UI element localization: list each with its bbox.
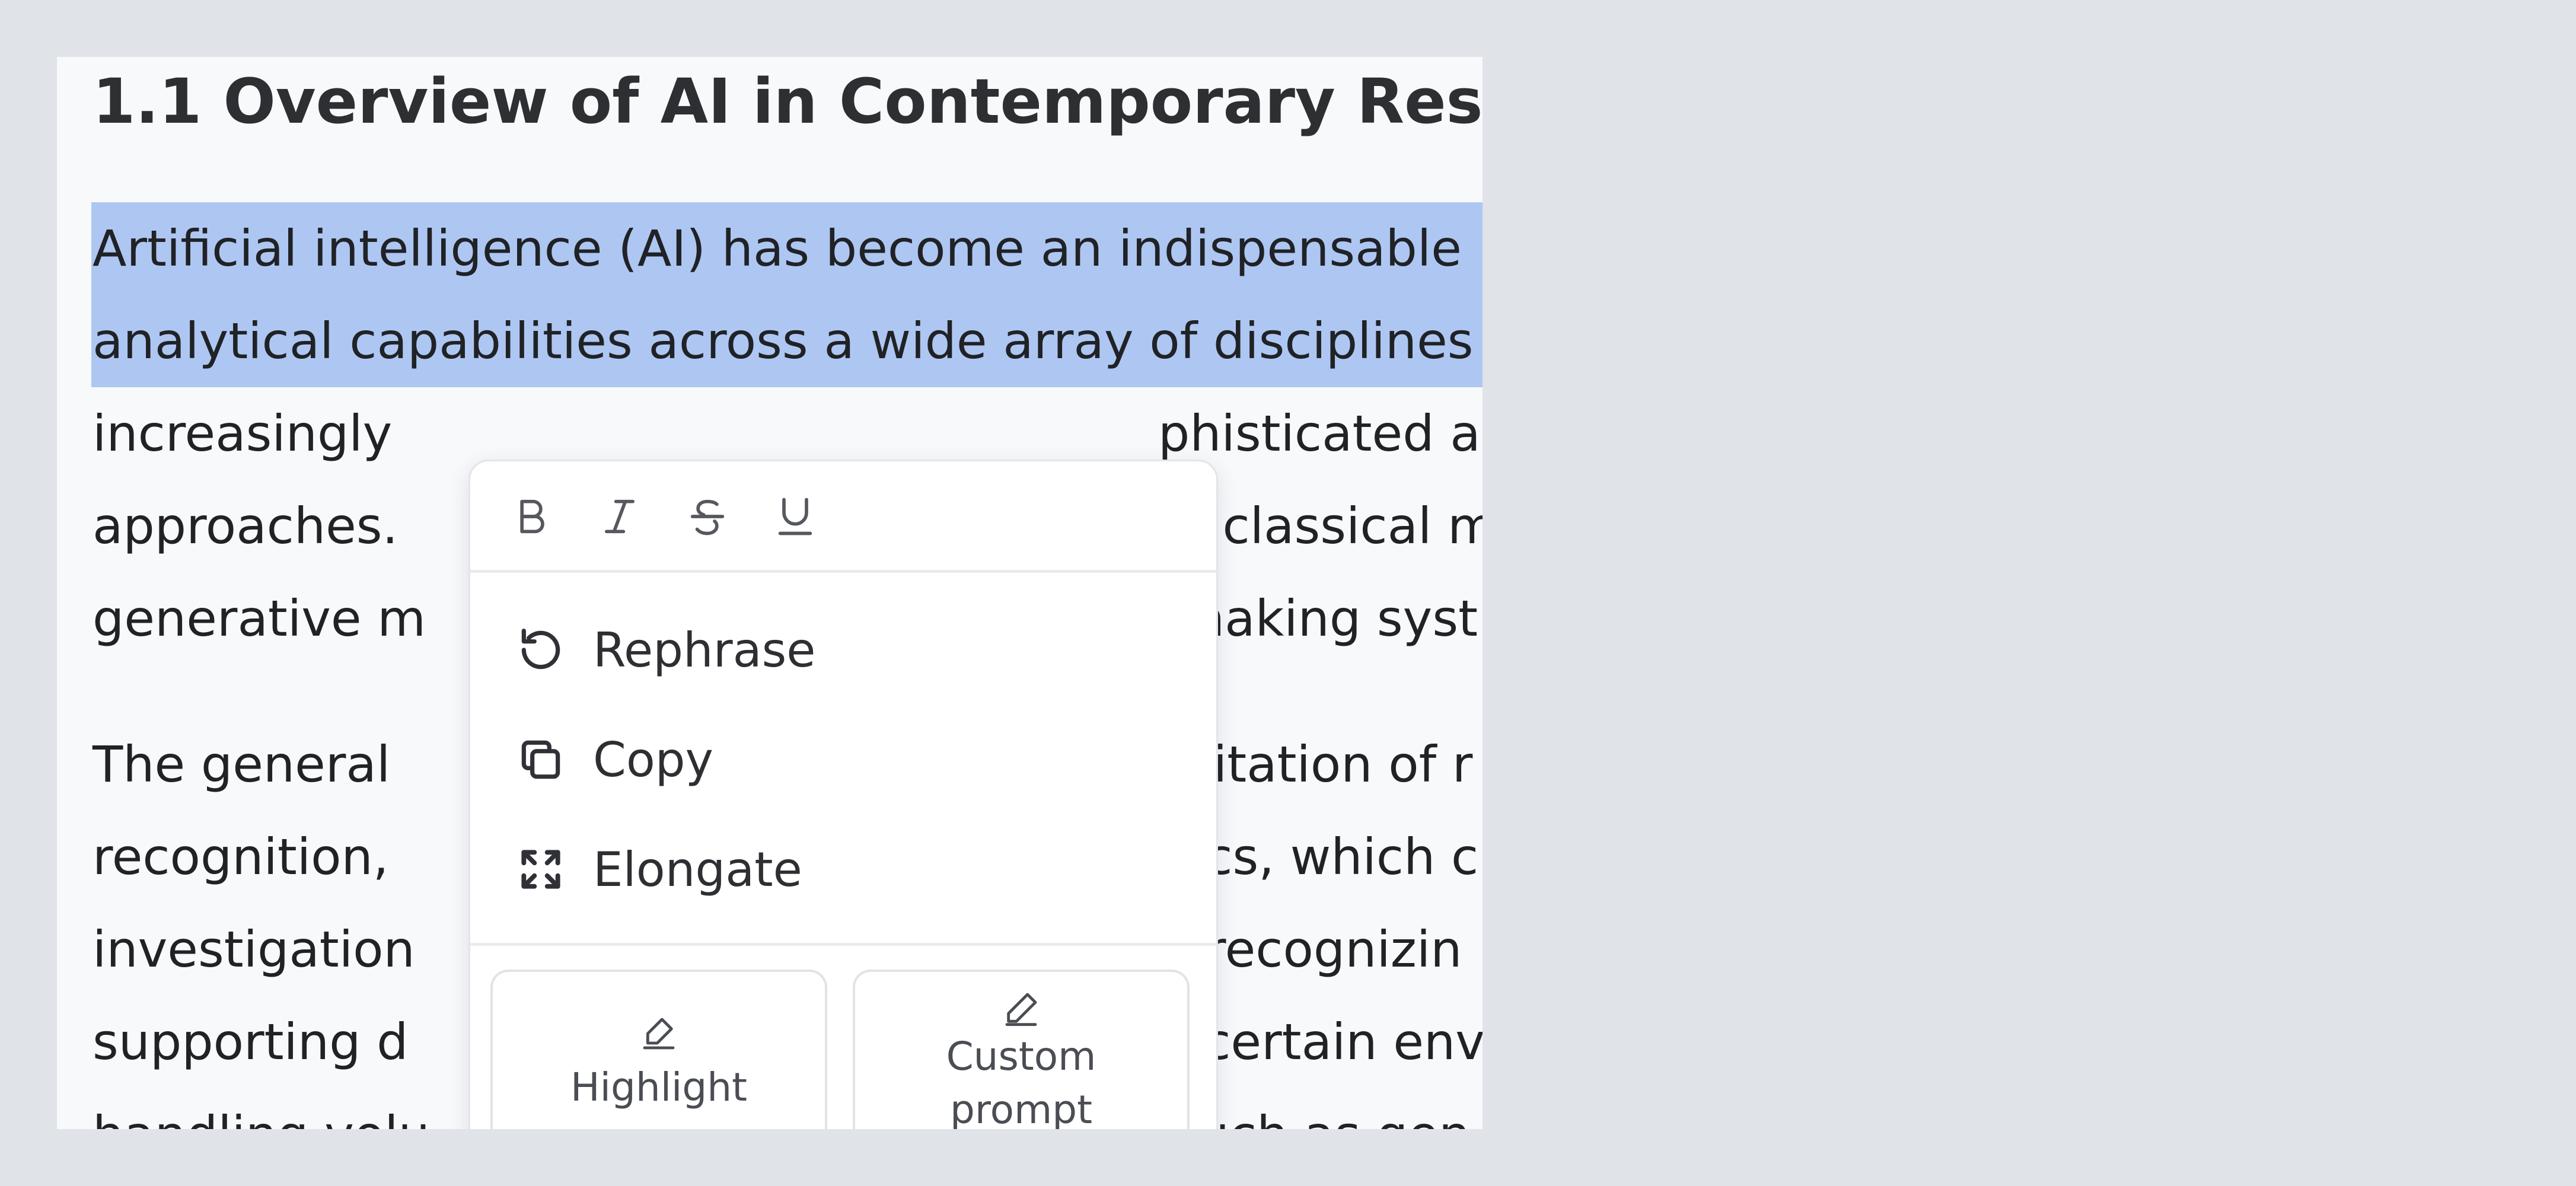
highlight-label: Highlight bbox=[570, 1064, 747, 1110]
strikethrough-icon[interactable] bbox=[685, 494, 730, 539]
section-title: 1.1 Overview of AI in Contemporary Resea… bbox=[93, 65, 1483, 138]
text-line: handling volu bbox=[93, 1088, 430, 1129]
text-line: increasingly bbox=[93, 404, 393, 463]
text-line: approaches. bbox=[93, 497, 398, 555]
custom-prompt-icon bbox=[1002, 990, 1040, 1028]
text-line: supporting d bbox=[93, 1013, 409, 1071]
menu-divider bbox=[470, 943, 1216, 946]
text-line: generative m bbox=[93, 589, 426, 648]
text-line: recognition, bbox=[93, 828, 389, 886]
bold-icon[interactable] bbox=[509, 494, 554, 539]
rephrase-button[interactable]: Rephrase bbox=[470, 600, 1216, 702]
underline-icon[interactable] bbox=[773, 494, 818, 539]
elongate-icon bbox=[515, 844, 566, 895]
rephrase-icon bbox=[515, 624, 566, 675]
selection-context-menu: Rephrase Copy Elongate Highlight Custom … bbox=[468, 460, 1218, 1129]
text-line: The general bbox=[93, 735, 391, 793]
rephrase-label: Rephrase bbox=[593, 623, 816, 678]
elongate-button[interactable]: Elongate bbox=[470, 819, 1216, 921]
document-page: 1.1 Overview of AI in Contemporary Resea… bbox=[57, 57, 1483, 1129]
highlight-icon bbox=[640, 1015, 678, 1053]
custom-prompt-label-line2: prompt bbox=[949, 1087, 1093, 1129]
custom-prompt-label-line1: Custom bbox=[946, 1034, 1096, 1079]
text-line: investigation bbox=[93, 920, 415, 978]
highlight-button[interactable]: Highlight bbox=[490, 970, 827, 1129]
copy-label: Copy bbox=[593, 732, 713, 788]
copy-icon bbox=[515, 734, 566, 785]
selected-text-line[interactable]: analytical capabilities across a wide ar… bbox=[91, 295, 1483, 387]
italic-icon[interactable] bbox=[597, 494, 642, 539]
elongate-label: Elongate bbox=[593, 842, 802, 897]
text-line: ncertain env bbox=[1172, 1013, 1483, 1071]
format-toolbar bbox=[470, 461, 1216, 573]
copy-button[interactable]: Copy bbox=[470, 709, 1216, 811]
custom-prompt-button[interactable]: Custom prompt bbox=[853, 970, 1190, 1129]
selected-text-line[interactable]: Artificial intelligence (AI) has become … bbox=[91, 202, 1483, 295]
